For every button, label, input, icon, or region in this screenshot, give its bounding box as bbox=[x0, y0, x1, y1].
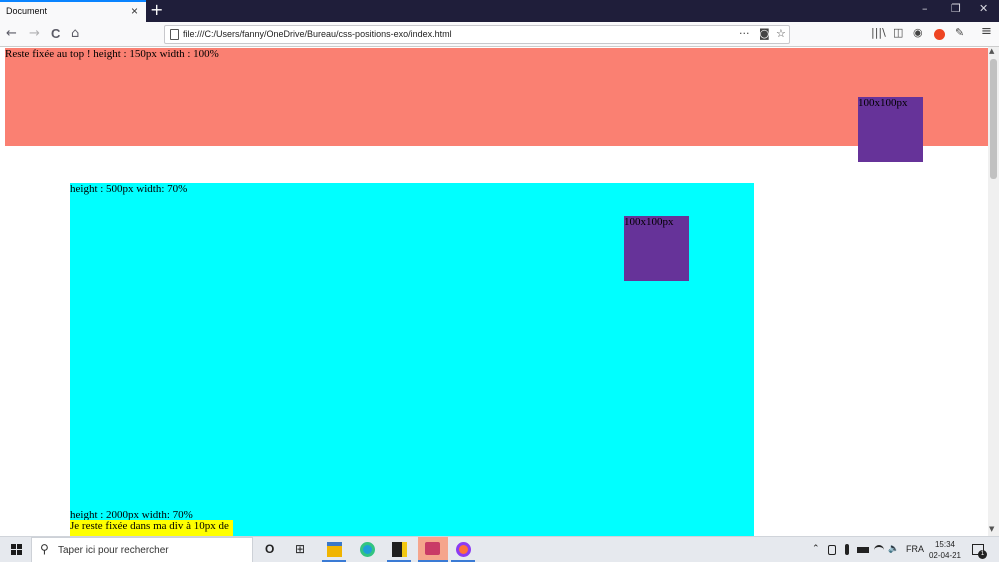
pocket-icon[interactable]: ◙ bbox=[759, 27, 770, 40]
meet-now-icon[interactable] bbox=[828, 545, 836, 555]
minimize-button[interactable]: – bbox=[922, 2, 928, 15]
eyedropper-icon[interactable]: ✎ bbox=[955, 26, 964, 39]
fixed-top-bar: Reste fixée au top ! height : 150px widt… bbox=[5, 48, 988, 146]
adblock-icon[interactable] bbox=[934, 29, 945, 40]
url-text[interactable]: file:///C:/Users/fanny/OneDrive/Bureau/c… bbox=[183, 29, 452, 39]
back-icon[interactable]: ← bbox=[6, 26, 17, 41]
tray-chevron-icon[interactable]: ⌃ bbox=[812, 544, 820, 554]
forward-icon[interactable]: → bbox=[29, 26, 40, 41]
top-bar-text: Reste fixée au top ! height : 150px widt… bbox=[5, 48, 219, 60]
new-tab-button[interactable]: + bbox=[150, 0, 163, 19]
language-indicator[interactable]: FRA bbox=[906, 544, 924, 554]
sticky-notes-icon[interactable] bbox=[392, 542, 407, 557]
cyan-square: 100x100px bbox=[624, 216, 689, 281]
volume-icon[interactable]: 🔈 bbox=[888, 544, 899, 554]
title-bar: Document × + – ❐ ✕ bbox=[0, 0, 999, 22]
clock-time: 15:34 bbox=[934, 540, 956, 549]
cortana-icon[interactable]: O bbox=[265, 542, 274, 556]
page-actions-icon[interactable]: ··· bbox=[739, 27, 750, 40]
account-icon[interactable]: ◉ bbox=[913, 26, 923, 39]
edge-icon[interactable] bbox=[360, 542, 375, 557]
vertical-scrollbar[interactable]: ▲ ▼ bbox=[988, 47, 999, 536]
firefox-icon[interactable] bbox=[456, 542, 471, 557]
task-view-icon[interactable]: ⊞ bbox=[295, 542, 305, 556]
top-square-label: 100x100px bbox=[858, 97, 908, 109]
page-icon bbox=[170, 29, 179, 40]
top-square: 100x100px bbox=[858, 97, 923, 162]
close-window-button[interactable]: ✕ bbox=[979, 2, 988, 15]
microphone-icon[interactable] bbox=[845, 544, 849, 555]
clock[interactable]: 15:34 02-04-21 bbox=[926, 539, 964, 561]
tab-document[interactable]: Document × bbox=[0, 0, 146, 22]
tab-close-icon[interactable]: × bbox=[131, 4, 138, 18]
battery-icon[interactable] bbox=[857, 547, 869, 553]
menu-icon[interactable]: ≡ bbox=[981, 24, 992, 39]
taskbar-search-box[interactable]: ⚲ Taper ici pour rechercher bbox=[31, 537, 253, 562]
nav-toolbar: ← → C ⌂ file:///C:/Users/fanny/OneDrive/… bbox=[0, 22, 999, 47]
reload-icon[interactable]: C bbox=[51, 26, 60, 41]
cyan-container: height : 500px width: 70% 100x100px heig… bbox=[70, 183, 754, 536]
photos-app-highlight[interactable] bbox=[418, 537, 448, 561]
fixed-yellow-box: Je reste fixée dans ma div à 10px de bbox=[70, 520, 233, 536]
sidebar-icon[interactable]: ◫ bbox=[893, 26, 903, 39]
yellow-box-text: Je reste fixée dans ma div à 10px de bbox=[70, 520, 229, 532]
file-explorer-icon[interactable] bbox=[327, 542, 342, 557]
restore-button[interactable]: ❐ bbox=[951, 2, 961, 15]
cyan-label: height : 500px width: 70% bbox=[70, 183, 188, 195]
cyan-square-label: 100x100px bbox=[624, 216, 674, 228]
wifi-icon[interactable] bbox=[874, 545, 884, 555]
windows-start-icon[interactable] bbox=[11, 544, 22, 555]
library-icon[interactable]: |||\ bbox=[871, 26, 886, 39]
search-icon: ⚲ bbox=[40, 542, 49, 556]
scroll-down-icon[interactable]: ▼ bbox=[989, 525, 994, 533]
search-placeholder: Taper ici pour rechercher bbox=[58, 545, 169, 556]
page-viewport: Reste fixée au top ! height : 150px widt… bbox=[0, 47, 988, 536]
taskbar: ⚲ Taper ici pour rechercher O ⊞ ⌃ 🔈 FRA … bbox=[0, 536, 999, 562]
photos-icon bbox=[425, 542, 440, 555]
bookmark-star-icon[interactable]: ☆ bbox=[776, 27, 786, 40]
clock-date: 02-04-21 bbox=[928, 551, 962, 560]
url-bar[interactable]: file:///C:/Users/fanny/OneDrive/Bureau/c… bbox=[164, 25, 790, 44]
home-icon[interactable]: ⌂ bbox=[71, 26, 79, 41]
notification-count: 1 bbox=[978, 550, 987, 559]
scroll-up-icon[interactable]: ▲ bbox=[989, 47, 994, 55]
scroll-thumb[interactable] bbox=[990, 59, 997, 179]
tab-title: Document bbox=[6, 6, 48, 16]
